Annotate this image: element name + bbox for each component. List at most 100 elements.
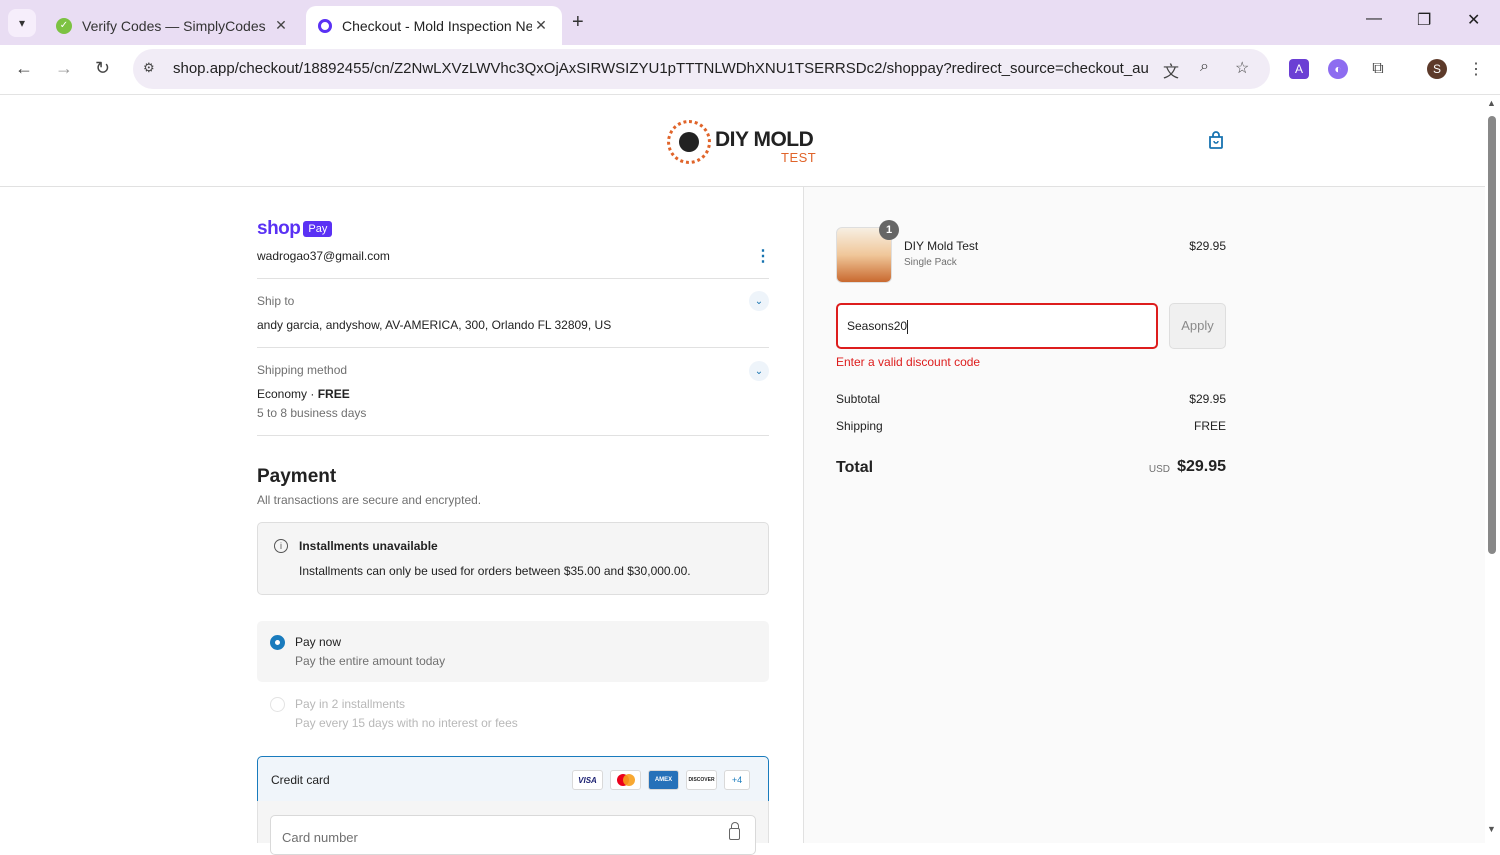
translate-icon[interactable]: 文 — [1163, 58, 1179, 82]
pay-badge: Pay — [303, 221, 333, 237]
lock-icon — [729, 822, 740, 840]
new-tab-icon[interactable]: + — [572, 11, 584, 34]
simplycodes-favicon-icon: ✓ — [56, 17, 72, 34]
shipping-label: Shipping — [836, 419, 883, 433]
credit-card-label: Credit card — [271, 773, 330, 787]
total-label: Total — [836, 459, 874, 476]
forward-icon[interactable]: → — [55, 58, 73, 79]
browser-tab-bar: ▾ ✓ Verify Codes — SimplyCodes ✕ Checkou… — [0, 0, 1500, 45]
extensions-puzzle-icon[interactable]: ⧉ — [1368, 59, 1388, 79]
restore-icon[interactable]: ❐ — [1417, 10, 1431, 30]
total-amount: $29.95 — [1177, 458, 1226, 475]
tab-search-button[interactable]: ▾ — [8, 9, 36, 37]
more-cards-badge: +4 — [724, 770, 750, 790]
reload-icon[interactable]: ↻ — [95, 58, 110, 79]
logo-text-main: DIY MOLD — [715, 128, 814, 151]
tab-checkout[interactable]: Checkout - Mold Inspection Ne ✕ — [306, 6, 562, 45]
card-brand: VISA — [578, 775, 597, 785]
product-name: DIY Mold Test — [904, 239, 979, 253]
text-caret — [907, 319, 909, 334]
mold-logo-icon — [667, 120, 711, 164]
option-title: Pay now — [295, 635, 342, 649]
account-menu-icon[interactable]: ⋮ — [755, 246, 771, 266]
option-title: Pay in 2 installments — [295, 697, 406, 711]
option-desc: Pay the entire amount today — [295, 654, 446, 668]
chevron-down-icon: ▾ — [18, 16, 26, 30]
radio-disabled — [270, 697, 285, 712]
extension-b-icon[interactable]: ◐ — [1328, 59, 1348, 79]
tab-simplycodes[interactable]: ✓ Verify Codes — SimplyCodes ✕ — [44, 6, 302, 45]
url-text[interactable]: shop.app/checkout/18892455/cn/Z2NwLXVzLW… — [173, 60, 1148, 77]
discover-icon: DISCOVER — [686, 770, 717, 790]
shipping-eta: 5 to 8 business days — [257, 406, 367, 420]
shipping-separator: · — [310, 387, 315, 401]
tab-title: Checkout - Mold Inspection Ne — [342, 17, 532, 34]
credit-card-option[interactable]: Credit card VISA AMEX DISCOVER +4 — [257, 756, 769, 802]
shop-wordmark: shop — [257, 218, 301, 239]
card-number-field[interactable]: Card number — [270, 815, 756, 855]
discount-code-value: Seasons20 — [847, 319, 908, 333]
bookmark-star-icon[interactable]: ☆ — [1235, 58, 1249, 78]
profile-avatar[interactable]: S — [1427, 59, 1447, 79]
store-header: DIY MOLD TEST — [0, 96, 1485, 187]
store-logo[interactable]: DIY MOLD TEST — [667, 118, 827, 166]
subtotal-label: Subtotal — [836, 392, 881, 406]
extension-a-icon[interactable]: A — [1289, 59, 1309, 79]
product-price: $29.95 — [1189, 239, 1226, 253]
address-bar[interactable]: ⚙ shop.app/checkout/18892455/cn/Z2NwLXVz… — [133, 49, 1270, 89]
visa-icon: VISA — [572, 770, 603, 790]
card-brand: DISCOVER — [688, 777, 715, 783]
info-icon: i — [274, 539, 288, 553]
ship-to-address: andy garcia, andyshow, AV-AMERICA, 300, … — [257, 318, 612, 332]
mastercard-icon — [610, 770, 641, 790]
total-currency: USD — [1148, 464, 1170, 475]
avatar-initial: S — [1432, 62, 1441, 76]
divider — [257, 278, 769, 279]
shipping-method-price: FREE — [317, 387, 350, 401]
logo-text-sub: TEST — [781, 150, 817, 165]
extension-letter: A — [1294, 62, 1303, 76]
shipping-method-label: Shipping method — [257, 363, 348, 377]
discount-error-message: Enter a valid discount code — [836, 355, 981, 369]
notice-body: Installments can only be used for orders… — [299, 564, 691, 578]
shop-pay-logo: shop Pay — [257, 218, 333, 240]
product-variant: Single Pack — [904, 257, 957, 268]
shipping-method-chevron-down-icon[interactable]: ⌄ — [749, 361, 769, 381]
scroll-up-icon[interactable]: ▲ — [1487, 98, 1496, 108]
ship-to-chevron-down-icon[interactable]: ⌄ — [749, 291, 769, 311]
scrollbar-thumb[interactable] — [1488, 116, 1496, 554]
shipping-value: FREE — [1193, 419, 1226, 433]
page-scrollbar[interactable]: ▲ ▼ — [1485, 96, 1500, 843]
account-email: wadrogao37@gmail.com — [257, 249, 390, 263]
divider — [257, 435, 769, 436]
amex-icon: AMEX — [648, 770, 679, 790]
subtotal-value: $29.95 — [1189, 392, 1226, 406]
radio-selected[interactable] — [270, 635, 285, 650]
back-icon[interactable]: ← — [15, 58, 33, 79]
pay-now-option[interactable]: Pay now Pay the entire amount today — [257, 621, 769, 682]
minimize-icon[interactable]: — — [1366, 10, 1382, 28]
shop-favicon-icon — [318, 18, 332, 33]
notice-title: Installments unavailable — [299, 539, 438, 553]
pay-in-installments-option: Pay in 2 installments Pay every 15 days … — [257, 690, 769, 740]
payment-heading: Payment — [257, 466, 337, 487]
apply-discount-button[interactable]: Apply — [1169, 303, 1226, 349]
browser-toolbar: ← → ↻ ⚙ shop.app/checkout/18892455/cn/Z2… — [0, 45, 1500, 95]
cart-bag-icon[interactable] — [1206, 130, 1226, 150]
close-tab-icon[interactable]: ✕ — [272, 17, 290, 34]
order-summary-panel — [803, 187, 1485, 843]
shipping-method-value: Economy · FREE — [257, 387, 350, 401]
more-cards-count: +4 — [731, 775, 743, 785]
divider — [257, 347, 769, 348]
scroll-down-icon[interactable]: ▼ — [1487, 824, 1496, 834]
tab-title: Verify Codes — SimplyCodes — [82, 17, 266, 34]
installments-notice: i Installments unavailable Installments … — [257, 522, 769, 595]
close-tab-icon[interactable]: ✕ — [532, 17, 550, 34]
browser-menu-icon[interactable]: ⋮ — [1466, 59, 1486, 79]
shipping-method-name: Economy — [257, 387, 308, 401]
discount-code-input[interactable]: Seasons20 — [836, 303, 1158, 349]
site-info-icon[interactable]: ⚙ — [143, 60, 155, 76]
zoom-icon[interactable]: ⌕ — [1200, 58, 1209, 76]
close-window-icon[interactable]: ✕ — [1467, 10, 1480, 30]
option-desc: Pay every 15 days with no interest or fe… — [295, 716, 518, 730]
